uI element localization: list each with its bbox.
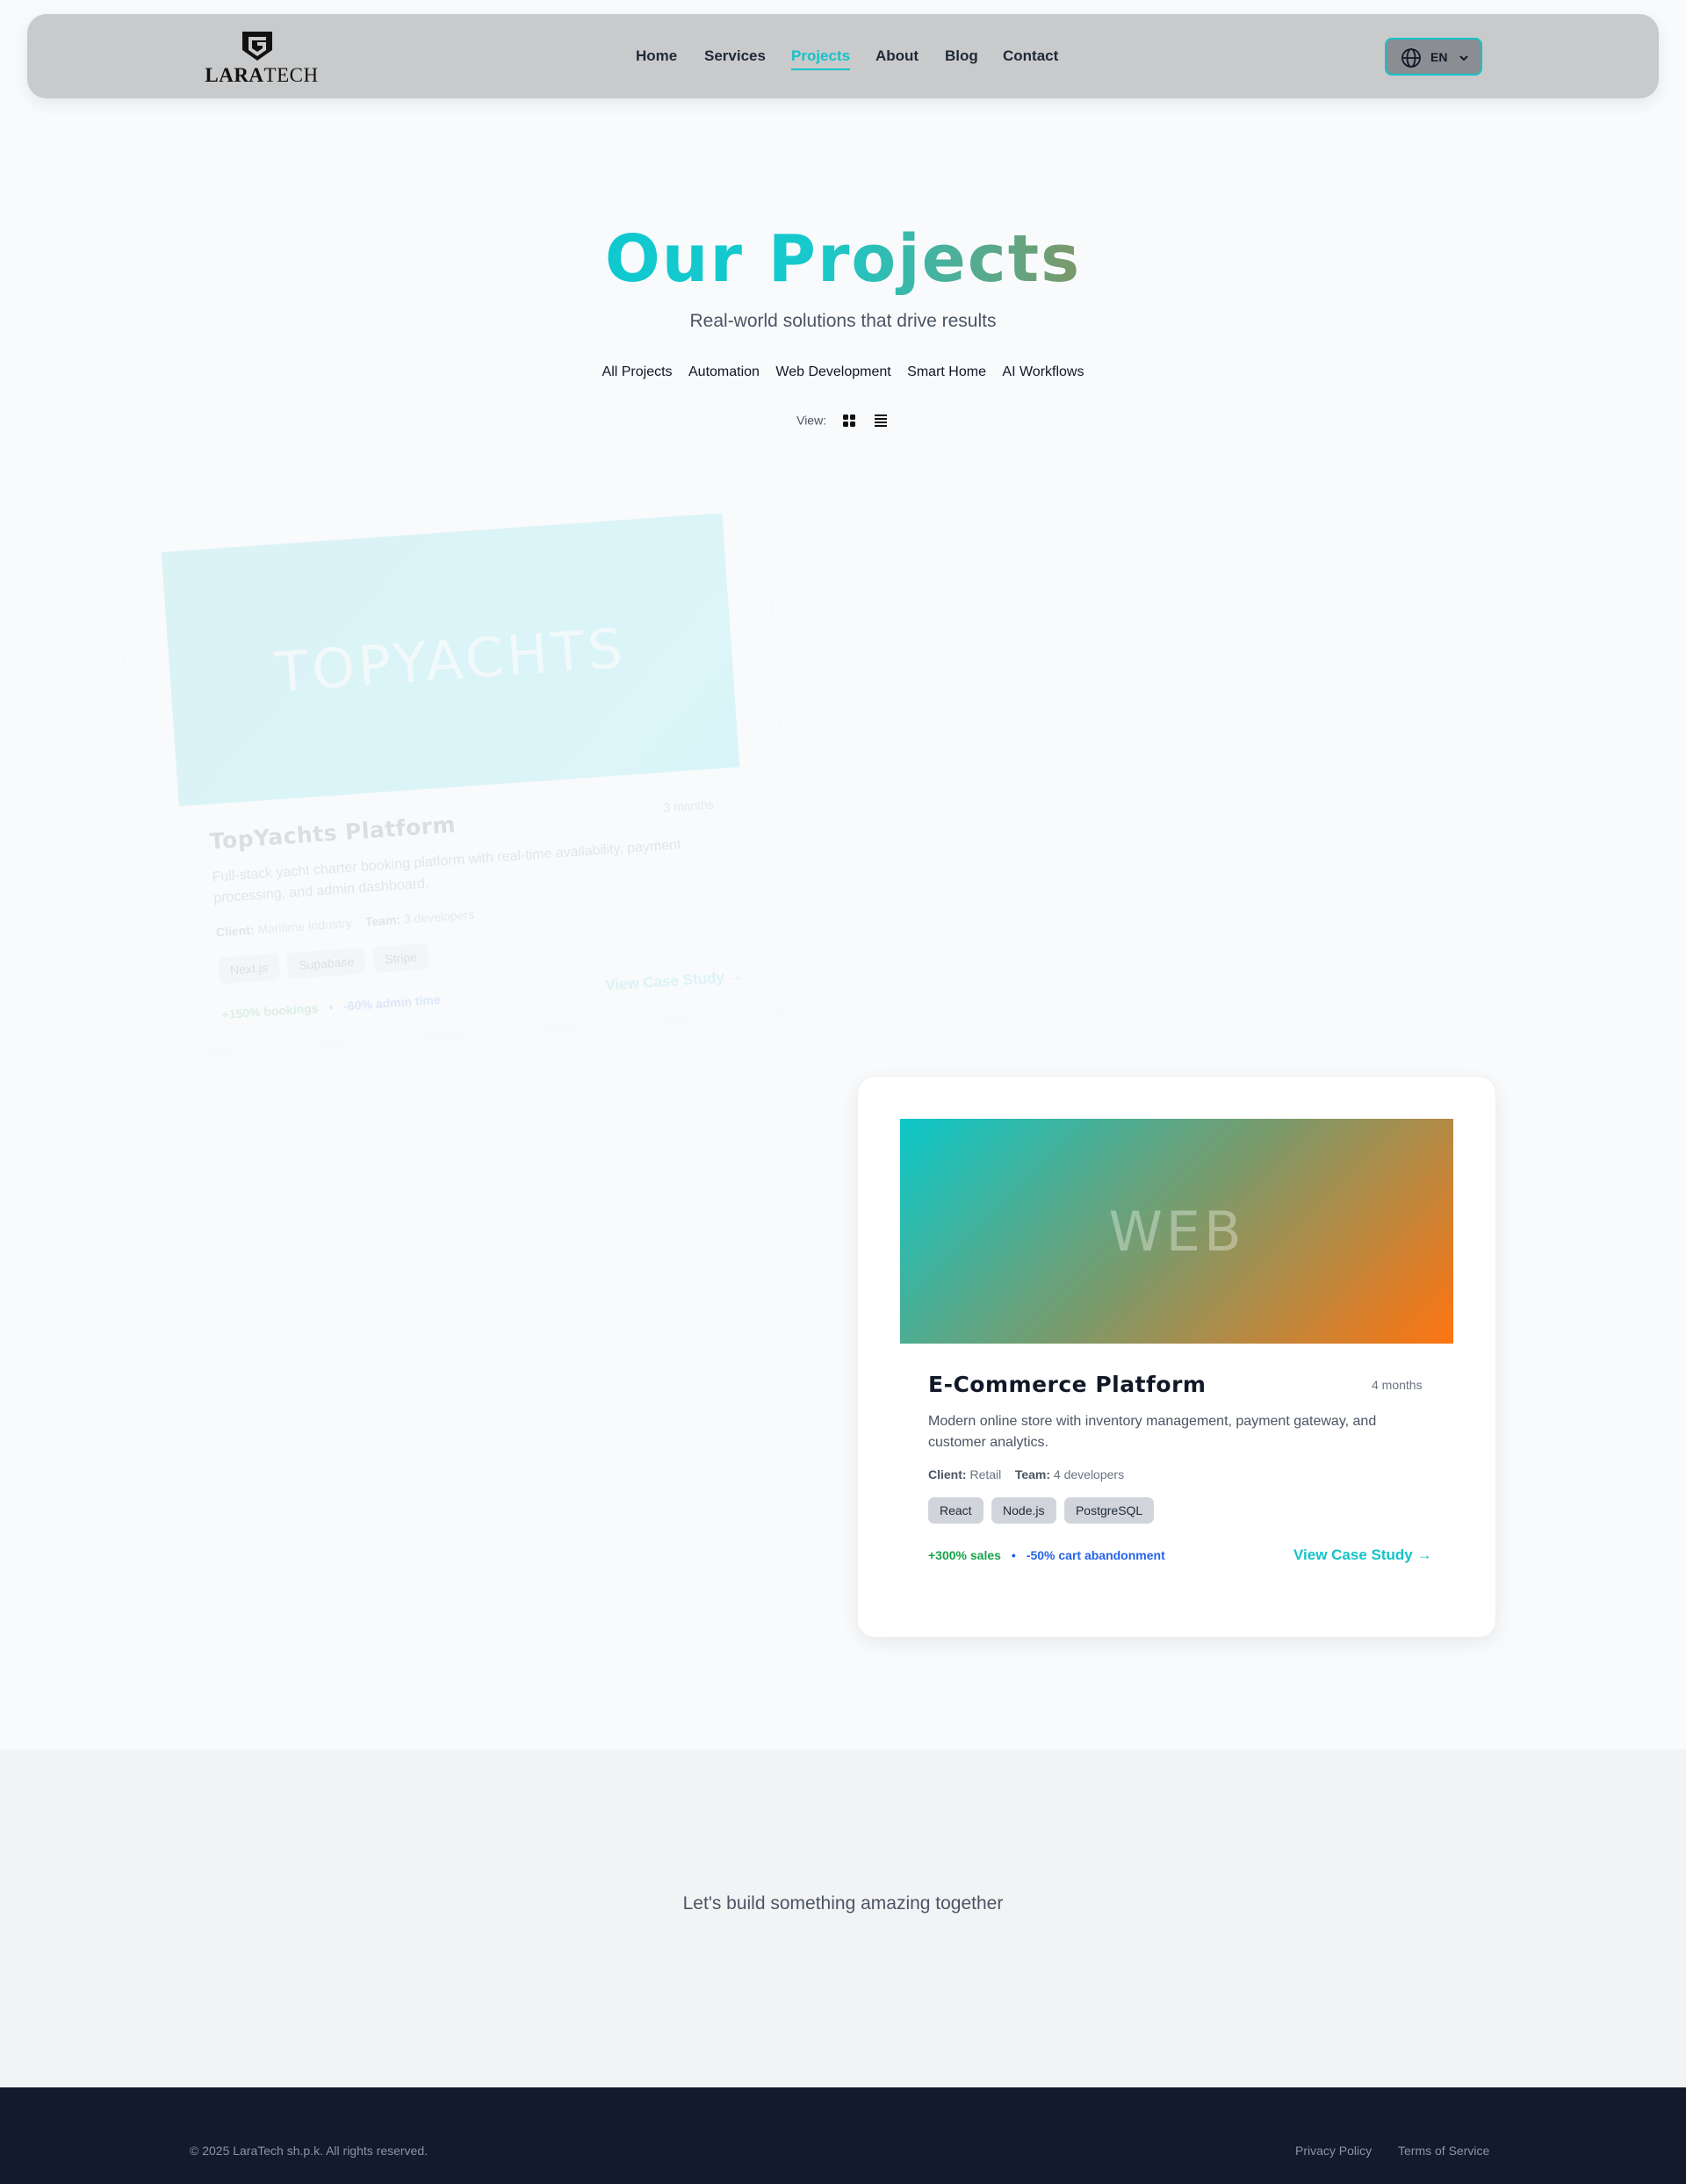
project-tags: React Node.js PostgreSQL [928, 1497, 1158, 1524]
footer: © 2025 LaraTech sh.p.k. All rights reser… [0, 2087, 1686, 2184]
globe-icon [1401, 48, 1421, 68]
privacy-policy-link[interactable]: Privacy Policy [1295, 2144, 1372, 2158]
chevron-down-icon [1459, 55, 1468, 61]
filter-smart-home[interactable]: Smart Home [907, 364, 986, 380]
project-title: E-Commerce Platform [928, 1372, 1207, 1397]
filter-web-development[interactable]: Web Development [775, 364, 890, 380]
top-navbar: LARATECH Home Services Projects About Bl… [27, 14, 1659, 98]
project-thumbnail: TOPYACHTS [161, 513, 740, 807]
language-code: EN [1430, 50, 1448, 64]
view-case-study-link[interactable]: View Case Study → [1293, 1546, 1431, 1564]
copyright: © 2025 LaraTech sh.p.k. All rights reser… [190, 2144, 429, 2158]
tech-tag: React [928, 1497, 984, 1524]
tech-tag: Next.js [218, 953, 280, 984]
filter-all-projects[interactable]: All Projects [602, 364, 673, 380]
thumbnail-label: WEB [1108, 1199, 1245, 1264]
project-meta: Client: Retail Team: 4 developers [928, 1467, 1125, 1481]
project-duration: 3 months [662, 796, 715, 815]
filter-automation[interactable]: Automation [688, 364, 760, 380]
nav-projects[interactable]: Projects [791, 47, 851, 70]
page-subtitle: Real-world solutions that drive results [689, 311, 997, 331]
project-title: TopYachts Platform [208, 811, 457, 854]
metric-separator: • [1011, 1548, 1016, 1562]
nav-services[interactable]: Services [704, 47, 766, 65]
tech-tag: Stripe [372, 942, 429, 974]
cta-text: Let's build something amazing together [682, 1893, 1004, 1914]
project-description: Modern online store with inventory manag… [928, 1414, 1377, 1450]
tech-tag: Supabase [286, 947, 367, 979]
project-meta: Client: Maritime Industry Team: 3 develo… [215, 907, 475, 940]
nav-about[interactable]: About [875, 47, 919, 65]
metric-sales: +300% sales [928, 1548, 1001, 1562]
cta-section: Let's build something amazing together [0, 1749, 1686, 2087]
project-card-topyachts[interactable]: TOPYACHTS TopYachts Platform 3 months Fu… [113, 465, 800, 1055]
thumbnail-label: TOPYACHTS [272, 615, 629, 704]
nav-blog[interactable]: Blog [945, 47, 978, 65]
view-case-study-link[interactable]: View Case Study → [605, 968, 744, 995]
nav-home[interactable]: Home [636, 47, 677, 65]
view-toggle: View: [0, 413, 1686, 430]
page-title: Our Projects [604, 221, 1082, 297]
filter-ai-workflows[interactable]: AI Workflows [1002, 364, 1084, 380]
tech-tag: PostgreSQL [1063, 1497, 1155, 1524]
language-selector[interactable]: EN [1385, 38, 1482, 76]
nav-contact[interactable]: Contact [1003, 47, 1058, 65]
project-tags: Next.js Supabase Stripe [218, 942, 434, 984]
project-metrics: +150% bookings • -60% admin time [221, 991, 442, 1022]
terms-of-service-link[interactable]: Terms of Service [1398, 2144, 1489, 2158]
project-card-ecommerce[interactable]: WEB E-Commerce Platform 4 months Modern … [857, 1076, 1496, 1638]
project-duration: 4 months [1372, 1378, 1423, 1392]
tech-tag: Node.js [991, 1497, 1056, 1524]
grid-icon[interactable] [840, 412, 858, 429]
project-filters: All Projects Automation Web Development … [0, 364, 1686, 380]
project-thumbnail: WEB [900, 1119, 1453, 1344]
project-metrics: +300% sales • -50% cart abandonment [928, 1548, 1165, 1562]
metric-cart: -50% cart abandonment [1026, 1548, 1165, 1562]
list-icon[interactable] [872, 412, 890, 429]
view-label: View: [796, 413, 827, 428]
